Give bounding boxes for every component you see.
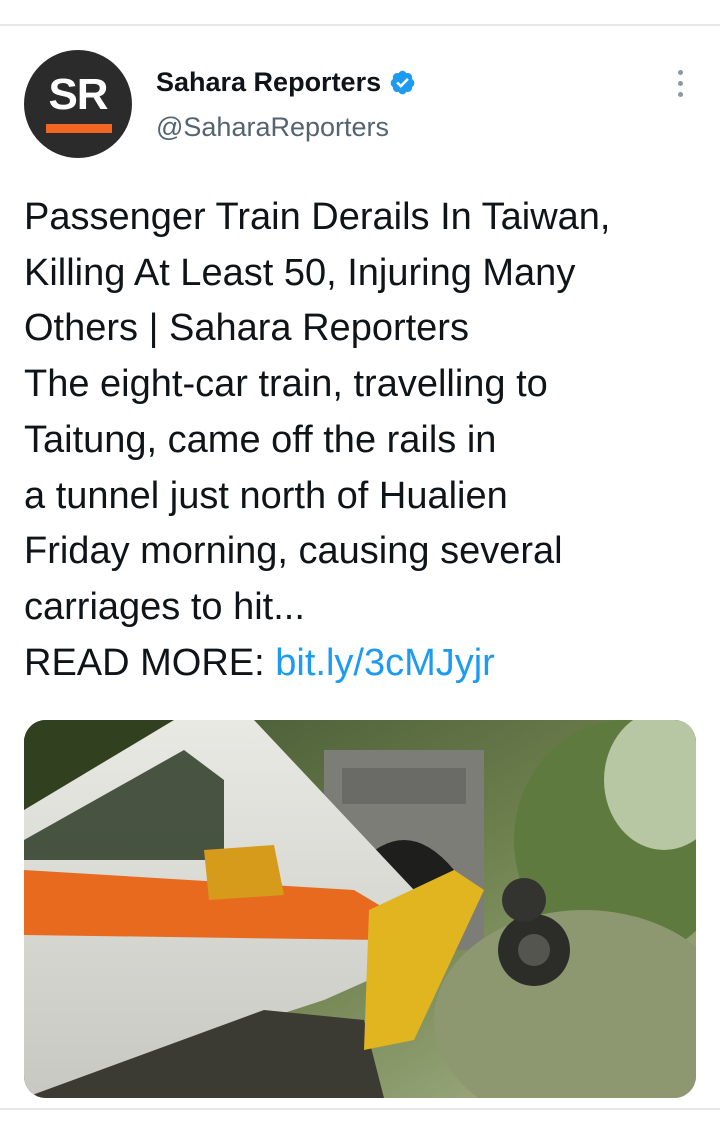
tweet-text-line: Taitung, came off the rails in [24,418,497,461]
tweet-text-line: a tunnel just north of Hualien [24,474,508,517]
more-options-icon[interactable] [660,64,700,104]
tweet-text-line: Passenger Train Derails In Taiwan, [24,196,611,238]
tweet-text-line: Killing At Least 50, Injuring Many [24,251,576,294]
more-dot [678,81,683,86]
read-more-label: READ MORE: [24,641,276,684]
tweet-text-line: Friday morning, causing several [24,530,563,573]
bottom-divider [0,1108,720,1110]
author-name[interactable]: Sahara Reporters [156,67,381,98]
avatar-logo-bar [46,124,112,133]
author-name-row[interactable]: Sahara Reporters [156,62,416,102]
article-link[interactable]: bit.ly/3cMJyjr [275,642,495,684]
tweet-text-line: Others | Sahara Reporters [24,307,469,350]
tweet-photo[interactable] [24,720,696,1098]
tweet-text: Passenger Train Derails In Taiwan, Killi… [24,190,704,691]
tweet-text-line: The eight-car train, travelling to [24,363,548,406]
avatar[interactable]: SR [24,50,132,158]
train-derailment-image [24,720,696,1098]
top-divider [0,24,720,26]
more-dot [678,92,683,97]
read-more-line: READ MORE: bit.ly/3cMJyjr [24,636,704,692]
verified-badge-icon [390,70,415,94]
more-dot [678,70,683,75]
author-handle[interactable]: @SaharaReporters [156,112,389,143]
tweet-text-line: carriages to hit... [24,585,305,628]
avatar-logo-text: SR [48,70,108,119]
